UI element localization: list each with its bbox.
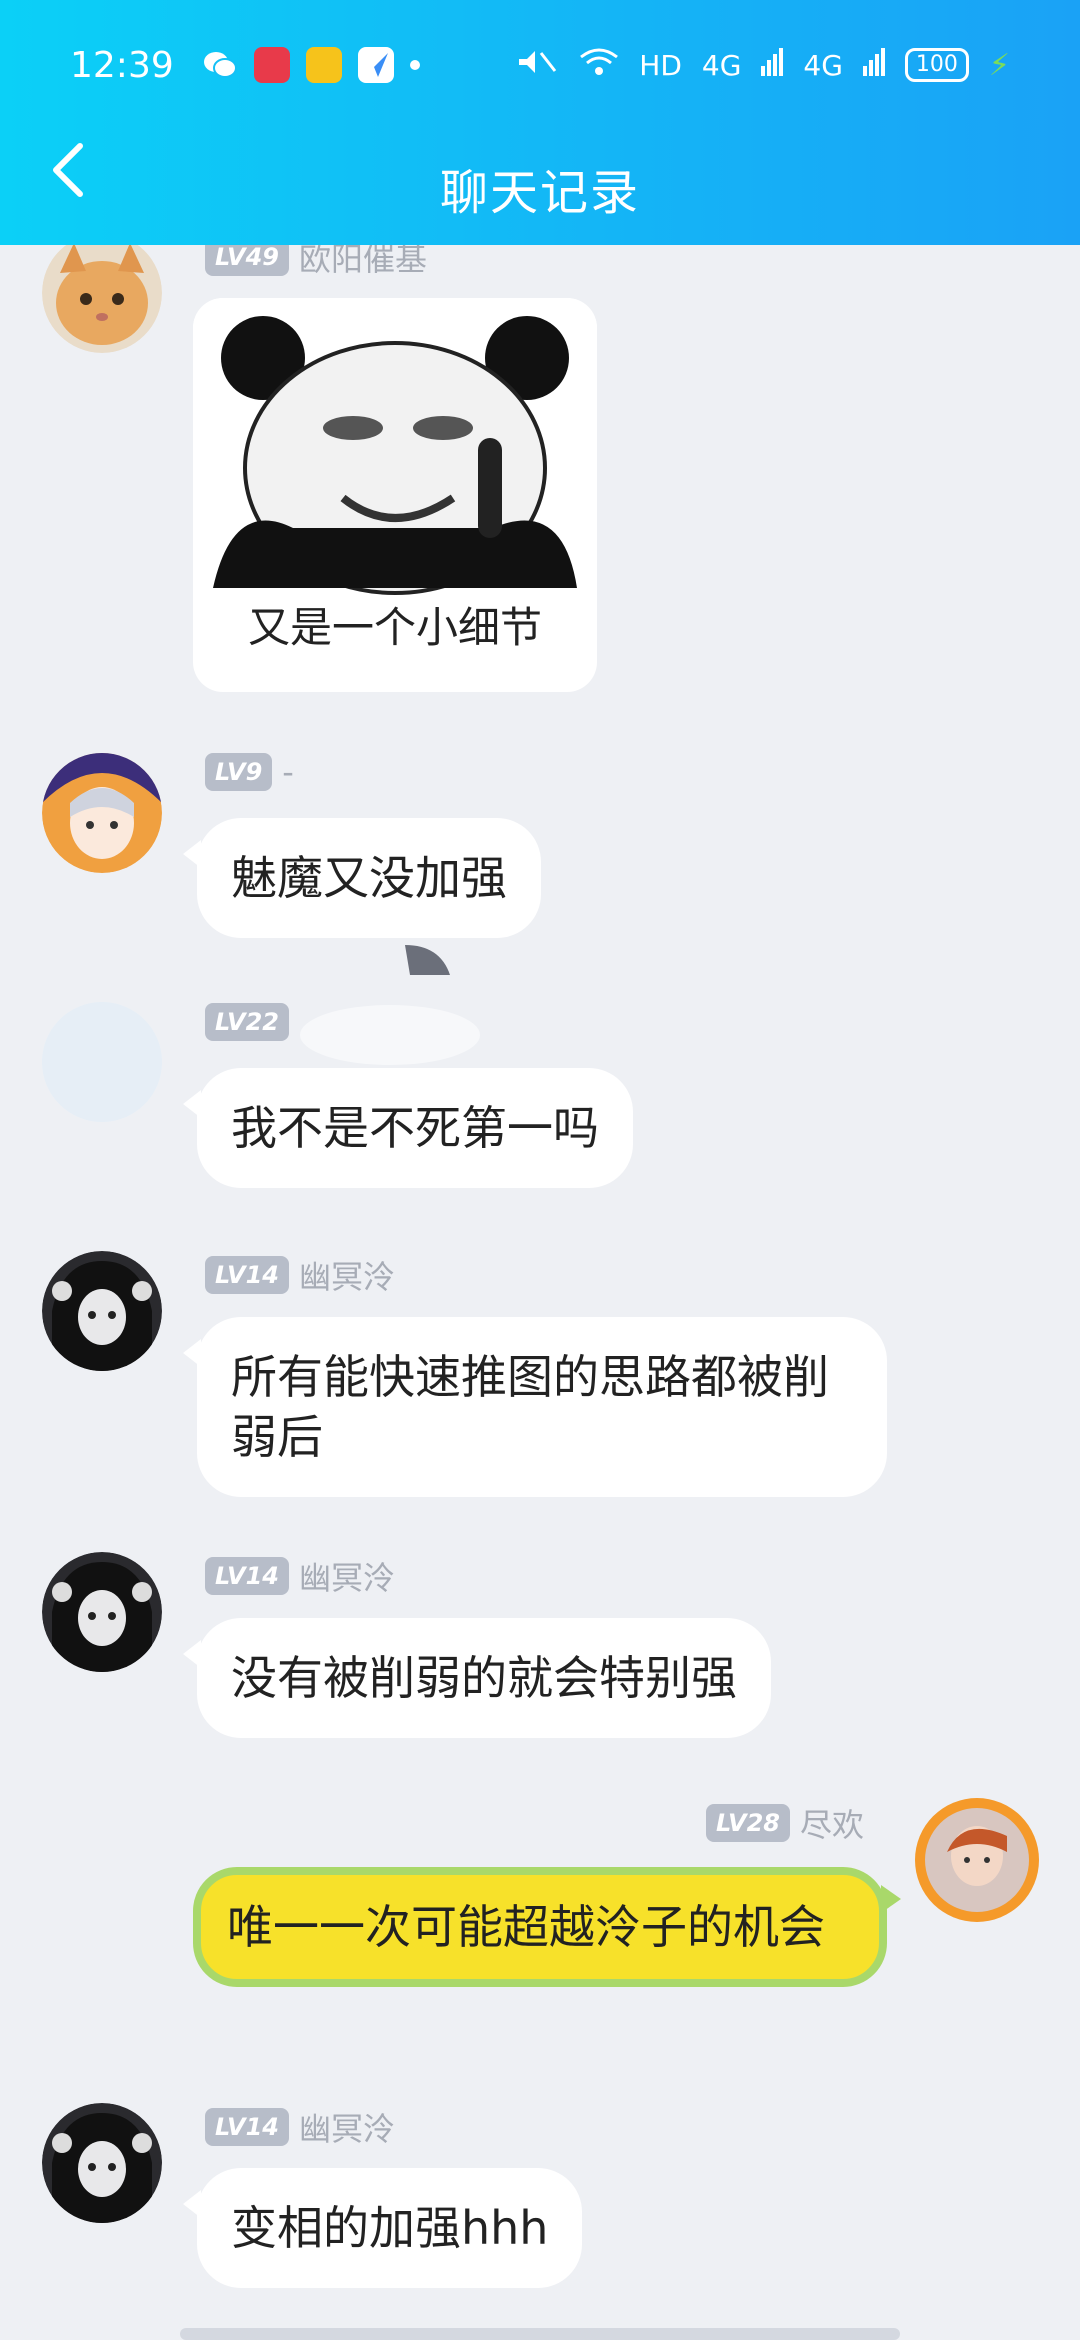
page-title: 聊天记录 <box>439 164 640 221</box>
faded-avatar-icon <box>42 1002 162 1122</box>
sender-meta: LV9 - <box>205 753 294 791</box>
avatar[interactable] <box>913 1796 1041 1924</box>
video-app-icon <box>253 47 290 83</box>
message-bubble[interactable]: 我不是不死第一吗 <box>183 1068 633 1188</box>
avatar[interactable] <box>42 1552 162 1672</box>
message-bubble-own[interactable]: 唯一一次可能超越泠子的机会 <box>193 1867 901 1987</box>
anime-witch-avatar-icon <box>42 753 162 873</box>
file-manager-icon <box>305 47 342 83</box>
avatar[interactable] <box>42 1251 162 1371</box>
signal-4g-1: 4G <box>701 48 742 82</box>
level-badge: LV14 <box>205 2108 289 2146</box>
avatar[interactable] <box>42 233 162 353</box>
message-bubble[interactable]: 魅魔又没加强 <box>183 818 541 938</box>
title-bar: 聊天记录 <box>0 130 1080 245</box>
fire-frame-avatar-icon <box>915 1798 1039 1922</box>
status-time: 12:39 <box>70 44 174 86</box>
mute-icon <box>515 47 559 84</box>
level-badge: LV14 <box>205 1256 289 1294</box>
nickname[interactable]: - <box>282 753 294 791</box>
sender-meta: LV14 幽冥泠 <box>205 1252 395 1298</box>
message-bubble[interactable]: 所有能快速推图的思路都被削弱后 <box>183 1317 887 1497</box>
sender-meta: LV14 幽冥泠 <box>205 2104 395 2150</box>
sender-meta: LV28 尽欢 <box>706 1800 864 1846</box>
message-bubble[interactable]: 变相的加强hhh <box>182 2168 583 2288</box>
nickname[interactable]: 尽欢 <box>800 1800 864 1846</box>
message-bubble[interactable]: 没有被削弱的就会特别强 <box>183 1618 771 1738</box>
sticker-image[interactable]: 又是一个小细节 <box>193 298 597 692</box>
signal-bars-icon <box>761 47 784 83</box>
sticker-caption: 又是一个小细节 <box>247 603 542 652</box>
avatar[interactable] <box>42 1002 162 1122</box>
avatar[interactable] <box>42 753 162 873</box>
more-notifications-dot <box>409 60 420 70</box>
wechat-icon <box>202 47 238 83</box>
sender-meta: LV14 幽冥泠 <box>205 1553 395 1599</box>
app-header: 12:39 HD 4G 4G 100 ⚡ 聊天记录 <box>0 0 1080 245</box>
panda-meme-icon <box>193 298 597 598</box>
faded-sticker-fragment <box>300 945 480 1065</box>
level-badge: LV9 <box>205 753 273 791</box>
avatar[interactable] <box>42 2103 162 2223</box>
nickname[interactable]: 幽冥泠 <box>299 2104 395 2150</box>
level-badge: LV28 <box>706 1804 790 1842</box>
network-label: HD <box>639 48 682 82</box>
nickname[interactable]: 幽冥泠 <box>299 1252 395 1298</box>
dark-anime-girl-avatar-icon <box>42 1552 162 1672</box>
status-bar: 12:39 HD 4G 4G 100 ⚡ <box>0 0 1080 130</box>
signal-4g-2: 4G <box>803 48 843 82</box>
system-status: HD 4G 4G 100 ⚡ <box>515 47 1010 84</box>
nickname[interactable]: 幽冥泠 <box>299 1553 395 1599</box>
dark-anime-girl-avatar-icon <box>42 2103 162 2223</box>
level-badge: LV22 <box>205 1003 289 1041</box>
wifi-icon <box>579 47 619 84</box>
sender-meta: LV22 <box>205 1003 299 1041</box>
map-app-icon <box>357 47 394 83</box>
notification-icons <box>202 47 420 83</box>
dark-anime-girl-avatar-icon <box>42 1251 162 1371</box>
battery-indicator: 100 <box>904 48 969 82</box>
charging-bolt-icon: ⚡ <box>988 47 1010 83</box>
bottom-scroll-indicator <box>180 2328 900 2340</box>
signal-bars-icon-2 <box>862 47 885 83</box>
level-badge: LV14 <box>205 1557 289 1595</box>
orange-cat-avatar-icon <box>42 233 162 353</box>
